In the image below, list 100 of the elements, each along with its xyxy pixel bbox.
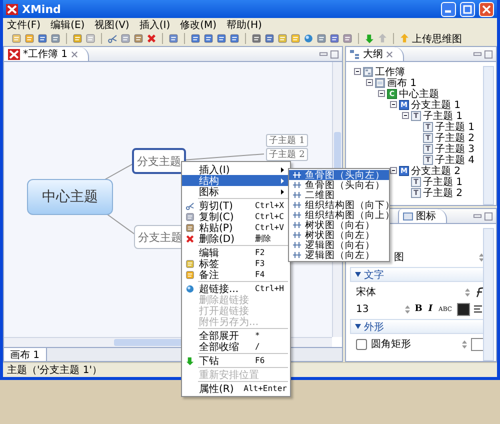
delete-icon	[185, 234, 195, 244]
menu-item[interactable]: 修改(M)	[180, 18, 217, 32]
minimize-button[interactable]	[441, 2, 456, 16]
subtopic[interactable]: 子主题 1	[266, 134, 308, 147]
outline-item[interactable]: 分支主题 1	[411, 98, 461, 112]
branch-topic[interactable]: 分支主题	[132, 148, 186, 174]
menu-item[interactable]: 复制(C) Ctrl+C	[182, 211, 290, 222]
menu-item[interactable]: 编辑 F2	[182, 247, 290, 258]
close-icon[interactable]	[386, 50, 393, 58]
outline-item[interactable]: 子主题 1	[435, 120, 475, 134]
spinner-icon[interactable]	[404, 304, 410, 314]
menu-item[interactable]: 结构	[182, 175, 290, 186]
globe-icon[interactable]	[303, 33, 314, 44]
section-header[interactable]: 外形	[350, 319, 484, 334]
collapse-toggle-icon[interactable]	[390, 167, 397, 174]
close-icon	[482, 4, 491, 14]
menu-item[interactable]: 鱼骨图（头向右）	[289, 180, 389, 190]
menu-item[interactable]: 全部展开 *	[182, 330, 290, 341]
scissors-icon[interactable]	[107, 33, 118, 44]
format-button[interactable]: I	[427, 304, 434, 314]
menu-item[interactable]: 属性(R) Alt+Enter	[182, 383, 290, 394]
outline-item[interactable]: 子主题 1	[423, 108, 463, 122]
maximize-button[interactable]	[460, 2, 475, 16]
scissors-icon	[185, 200, 195, 210]
app-logo-icon	[6, 4, 18, 14]
menu-item[interactable]: 剪切(T) Ctrl+X	[182, 200, 290, 211]
upload-button[interactable]: 上传思维图	[399, 32, 462, 46]
font-size-value[interactable]: 13	[356, 304, 369, 314]
menu-item[interactable]: 逻辑图（向右）	[289, 240, 389, 250]
sheet-tab[interactable]: 画布 1	[4, 348, 47, 361]
outline-item[interactable]: 中心主题	[399, 86, 439, 100]
menu-item[interactable]: 视图(V)	[94, 18, 130, 32]
outline-item[interactable]: 子主题 3	[435, 142, 475, 156]
outline-tab[interactable]: 大纲	[346, 47, 404, 61]
subtopic[interactable]: 子主题 2	[266, 148, 308, 161]
font-icon[interactable]	[474, 286, 484, 298]
format-button[interactable]: B	[414, 304, 424, 314]
spinner-icon[interactable]	[465, 288, 470, 296]
vertical-scrollbar[interactable]	[483, 228, 494, 361]
editor-tab[interactable]: *工作簿 1	[4, 47, 89, 61]
menu-item[interactable]: 下钻 F6	[182, 355, 290, 366]
menu-item[interactable]: 组织结构图（向下）	[289, 200, 389, 210]
central-topic[interactable]: 中心主题	[27, 179, 113, 215]
outline-item[interactable]: 画布 1	[387, 76, 417, 90]
font-family-value[interactable]: 宋体	[356, 285, 376, 299]
shape-label: 圆角矩形	[371, 338, 411, 351]
close-button[interactable]	[479, 2, 494, 16]
collapse-toggle-icon[interactable]	[390, 101, 397, 108]
outline-item[interactable]: 工作簿	[375, 64, 405, 78]
menu-item[interactable]: 二维图	[289, 190, 389, 200]
workbook-icon	[363, 66, 373, 76]
status-text: 主题（'分支主题 1'）	[7, 364, 102, 377]
text-color-swatch[interactable]	[457, 302, 470, 316]
collapse-toggle-icon[interactable]	[366, 79, 373, 86]
menu-item[interactable]: 文件(F)	[7, 18, 41, 32]
outline-item[interactable]: 分支主题 2	[411, 164, 461, 178]
properties-tab[interactable]: 图标	[398, 209, 447, 223]
fill-color-swatch[interactable]	[471, 338, 484, 350]
globe-icon	[185, 284, 195, 294]
down-arrow-icon[interactable]	[364, 33, 375, 44]
maximize-icon	[463, 4, 472, 14]
outline-item[interactable]: 子主题 2	[423, 186, 463, 200]
spinner-icon[interactable]	[462, 340, 467, 348]
sheet-icon	[375, 78, 385, 88]
structure-value[interactable]: 图	[394, 250, 404, 264]
maximize-view-icon[interactable]	[484, 50, 493, 58]
maximize-view-icon[interactable]	[330, 50, 339, 58]
minimize-icon	[444, 10, 450, 12]
outline-icon	[350, 48, 360, 60]
menu-item[interactable]: 超链接... Ctrl+H	[182, 283, 290, 294]
menu-item[interactable]: 标签 F3	[182, 258, 290, 269]
menu-item[interactable]: 编辑(E)	[50, 18, 85, 32]
menu-item[interactable]: 树状图（向左）	[289, 230, 389, 240]
vertical-scrollbar[interactable]	[483, 66, 494, 205]
collapse-toggle-icon[interactable]	[402, 112, 409, 119]
maximize-view-icon[interactable]	[484, 212, 493, 220]
menu-item[interactable]: 备注 F4	[182, 269, 290, 280]
align-icon[interactable]	[474, 304, 484, 314]
menu-item[interactable]: 帮助(H)	[226, 18, 262, 32]
menu-item[interactable]: 鱼骨图（头向左）	[289, 170, 389, 180]
down-arrow-icon	[185, 356, 195, 366]
menu-item[interactable]: 全部收缩 /	[182, 341, 290, 352]
close-icon[interactable]	[70, 50, 78, 58]
section-header[interactable]: 文字	[350, 267, 484, 282]
menu-item[interactable]: 树状图（向右）	[289, 220, 389, 230]
menu-item[interactable]: 组织结构图（向上）	[289, 210, 389, 220]
outline-item[interactable]: 子主题 4	[435, 152, 475, 166]
menu-item[interactable]: 逻辑图（向左）	[289, 250, 389, 260]
window-title: XMind	[22, 2, 62, 16]
outline-item[interactable]: 子主题 2	[435, 130, 475, 144]
minimize-view-icon[interactable]	[473, 50, 482, 58]
outline-item[interactable]: 子主题 1	[423, 174, 463, 188]
collapse-toggle-icon[interactable]	[354, 68, 361, 75]
menu-item[interactable]: 插入(I)	[139, 18, 170, 32]
checkbox[interactable]	[356, 338, 367, 350]
collapse-toggle-icon[interactable]	[378, 90, 385, 97]
menu-item[interactable]: 图标	[182, 186, 290, 197]
minimize-view-icon[interactable]	[473, 212, 482, 220]
delete-icon[interactable]	[146, 33, 157, 44]
minimize-view-icon[interactable]	[319, 50, 328, 58]
